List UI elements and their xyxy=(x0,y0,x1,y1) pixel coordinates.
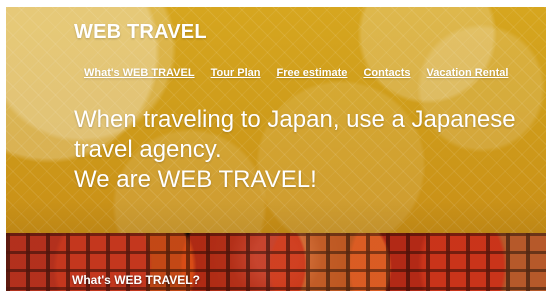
page: WEB TRAVEL What's WEB TRAVEL Tour Plan F… xyxy=(0,0,546,291)
nav-contacts[interactable]: Contacts xyxy=(363,67,410,79)
nav-free-estimate[interactable]: Free estimate xyxy=(277,67,348,79)
nav-tour-plan[interactable]: Tour Plan xyxy=(211,67,261,79)
section-title-whats-web-travel: What's WEB TRAVEL? xyxy=(72,273,200,287)
autumn-temple-photo: What's WEB TRAVEL? xyxy=(6,233,546,291)
main-nav: What's WEB TRAVEL Tour Plan Free estimat… xyxy=(84,67,508,79)
nav-vacation-rental[interactable]: Vacation Rental xyxy=(427,67,509,79)
hero-headline: When traveling to Japan, use a Japanese … xyxy=(74,105,534,195)
hero-banner: WEB TRAVEL What's WEB TRAVEL Tour Plan F… xyxy=(6,7,546,233)
hero-headline-line-3: We are WEB TRAVEL! xyxy=(74,166,317,193)
hero-headline-line-1: When traveling to Japan, use a Japanese xyxy=(74,106,516,133)
nav-whats-web-travel[interactable]: What's WEB TRAVEL xyxy=(84,67,195,79)
site-title[interactable]: WEB TRAVEL xyxy=(74,21,207,44)
hero-headline-line-2: travel agency. xyxy=(74,136,222,163)
